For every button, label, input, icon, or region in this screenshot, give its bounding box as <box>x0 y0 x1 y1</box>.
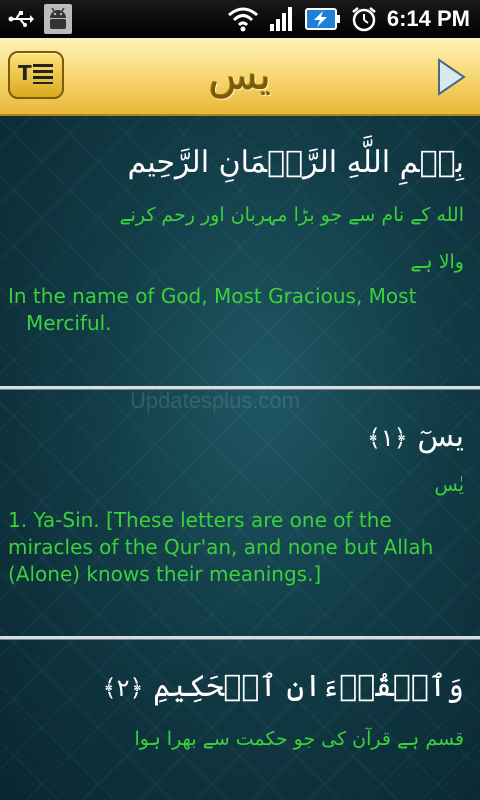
verses-list[interactable]: Updatesplus.com بِسۡمِ اللَّهِ الرَّحۡمَ… <box>0 116 480 800</box>
verse-bismillah[interactable]: بِسۡمِ اللَّهِ الرَّحۡمَانِ الرَّحِيم ال… <box>0 142 480 337</box>
arabic-text: وَٱلۡقُرۡءَانِ ٱلۡحَكِيمِ ﴿٢﴾ <box>102 669 464 704</box>
english-translation: In the name of God, Most Gracious, Most … <box>8 284 417 336</box>
arabic-text: بِسۡمِ اللَّهِ الرَّحۡمَانِ الرَّحِيم <box>127 145 464 180</box>
play-next-icon <box>436 58 466 100</box>
verse-divider <box>0 636 480 639</box>
verse-number-marker: ﴿١﴾ <box>366 424 408 452</box>
verse-number-marker: ﴿٢﴾ <box>102 674 144 702</box>
verse-1[interactable]: يسٓ ﴿١﴾ یٰس 1. Ya-Sin. [These letters ar… <box>0 416 480 588</box>
signal-icon <box>269 6 295 32</box>
next-button[interactable] <box>436 58 466 96</box>
alarm-icon <box>351 6 377 32</box>
usb-icon <box>8 10 34 28</box>
watermark-text: Updatesplus.com <box>130 388 300 413</box>
urdu-translation-line1: الله کے نام سے جو بڑا مہربان اور رحم کرن… <box>119 204 464 226</box>
title-bar: T يس <box>0 38 480 116</box>
urdu-translation-line1: یٰس <box>434 474 464 496</box>
urdu-translation-line2: والا ہے <box>410 250 464 273</box>
english-translation: 1. Ya-Sin. [These letters are one of the… <box>8 507 434 586</box>
verse-divider <box>0 386 480 389</box>
verse-2[interactable]: وَٱلۡقُرۡءَانِ ٱلۡحَكِيمِ ﴿٢﴾ قسم ہے قرآ… <box>0 666 480 753</box>
wifi-icon <box>227 6 259 32</box>
arabic-text: يسٓ ﴿١﴾ <box>366 419 464 454</box>
status-bar: 6:14 PM <box>0 0 480 38</box>
surah-title-logo: يس <box>208 53 272 99</box>
urdu-translation-line1: قسم ہے قرآن کی جو حکمت سے بھرا ہوا <box>134 728 464 750</box>
battery-charging-icon <box>304 6 341 32</box>
android-debug-icon <box>44 4 72 34</box>
status-time: 6:14 PM <box>386 6 470 31</box>
